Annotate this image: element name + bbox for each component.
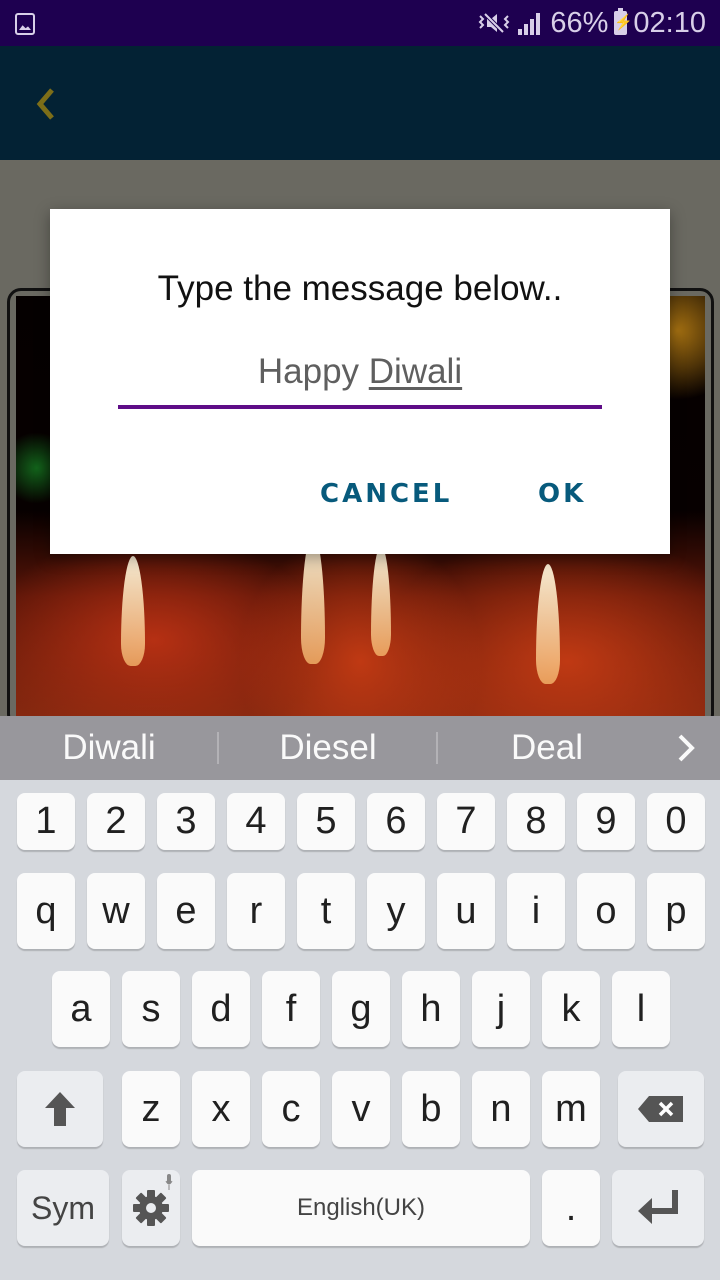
key-r[interactable]: r xyxy=(227,873,285,949)
status-bar: 66% 02:10 xyxy=(0,0,720,46)
key-j[interactable]: j xyxy=(472,971,530,1047)
key-x[interactable]: x xyxy=(192,1071,250,1147)
key-3[interactable]: 3 xyxy=(157,793,215,850)
backspace-icon xyxy=(638,1096,683,1122)
signal-icon xyxy=(518,11,544,35)
key-p[interactable]: p xyxy=(647,873,705,949)
key-0[interactable]: 0 xyxy=(647,793,705,850)
vibrate-mute-icon xyxy=(476,10,512,36)
app-bar xyxy=(0,46,720,160)
keyboard: 1 2 3 4 5 6 7 8 9 0 q w e r t y u i o p … xyxy=(0,780,720,1280)
key-h[interactable]: h xyxy=(402,971,460,1047)
key-k[interactable]: k xyxy=(542,971,600,1047)
dialog-title: Type the message below.. xyxy=(157,269,563,308)
cancel-button[interactable]: CANCEL xyxy=(320,479,452,509)
key-z[interactable]: z xyxy=(122,1071,180,1147)
key-m[interactable]: m xyxy=(542,1071,600,1147)
key-e[interactable]: e xyxy=(157,873,215,949)
key-c[interactable]: c xyxy=(262,1071,320,1147)
space-label: English(UK) xyxy=(296,1194,426,1221)
key-u[interactable]: u xyxy=(437,873,495,949)
back-button[interactable] xyxy=(30,82,66,126)
key-f[interactable]: f xyxy=(262,971,320,1047)
key-7[interactable]: 7 xyxy=(437,793,495,850)
microphone-icon xyxy=(165,1174,173,1190)
suggestion-item[interactable]: Diwali xyxy=(0,716,218,780)
key-t[interactable]: t xyxy=(297,873,355,949)
key-g[interactable]: g xyxy=(332,971,390,1047)
battery-percent: 66% xyxy=(550,6,609,39)
key-6[interactable]: 6 xyxy=(367,793,425,850)
key-d[interactable]: d xyxy=(192,971,250,1047)
screen: 66% 02:10 Type the message below.. Happy… xyxy=(0,0,720,1280)
clock: 02:10 xyxy=(633,6,706,39)
key-y[interactable]: y xyxy=(367,873,425,949)
more-suggestions-button[interactable] xyxy=(668,716,708,780)
key-n[interactable]: n xyxy=(472,1071,530,1147)
battery-charging-icon xyxy=(614,8,628,35)
key-a[interactable]: a xyxy=(52,971,110,1047)
key-o[interactable]: o xyxy=(577,873,635,949)
key-s[interactable]: s xyxy=(122,971,180,1047)
enter-icon xyxy=(638,1190,678,1224)
space-key[interactable]: English(UK) xyxy=(192,1170,530,1246)
suggestion-item[interactable]: Diesel xyxy=(219,716,437,780)
gallery-icon xyxy=(15,13,35,35)
key-q[interactable]: q xyxy=(17,873,75,949)
gear-icon xyxy=(133,1190,169,1226)
key-5[interactable]: 5 xyxy=(297,793,355,850)
status-indicators: 66% 02:10 xyxy=(476,6,706,40)
sym-label: Sym xyxy=(31,1189,95,1226)
key-i[interactable]: i xyxy=(507,873,565,949)
key-v[interactable]: v xyxy=(332,1071,390,1147)
key-2[interactable]: 2 xyxy=(87,793,145,850)
sym-key[interactable]: Sym xyxy=(17,1170,109,1246)
key-w[interactable]: w xyxy=(87,873,145,949)
shift-key[interactable] xyxy=(17,1071,103,1147)
period-key[interactable]: . xyxy=(542,1170,600,1246)
key-l[interactable]: l xyxy=(612,971,670,1047)
message-input[interactable] xyxy=(118,349,602,409)
candle-flame xyxy=(371,546,391,656)
settings-key[interactable] xyxy=(122,1170,180,1246)
message-dialog: Type the message below.. Happy Diwali CA… xyxy=(50,209,670,554)
key-4[interactable]: 4 xyxy=(227,793,285,850)
suggestion-item[interactable]: Deal xyxy=(438,716,656,780)
candle-flame xyxy=(121,556,145,666)
enter-key[interactable] xyxy=(612,1170,704,1246)
chevron-right-icon xyxy=(678,734,695,762)
key-b[interactable]: b xyxy=(402,1071,460,1147)
shift-arrow-icon xyxy=(45,1092,75,1126)
ok-button[interactable]: OK xyxy=(538,479,586,509)
key-1[interactable]: 1 xyxy=(17,793,75,850)
key-8[interactable]: 8 xyxy=(507,793,565,850)
backspace-key[interactable] xyxy=(618,1071,704,1147)
chevron-left-icon xyxy=(36,88,54,120)
suggestion-bar: Diwali Diesel Deal xyxy=(0,716,720,780)
candle-flame xyxy=(536,564,560,684)
key-9[interactable]: 9 xyxy=(577,793,635,850)
